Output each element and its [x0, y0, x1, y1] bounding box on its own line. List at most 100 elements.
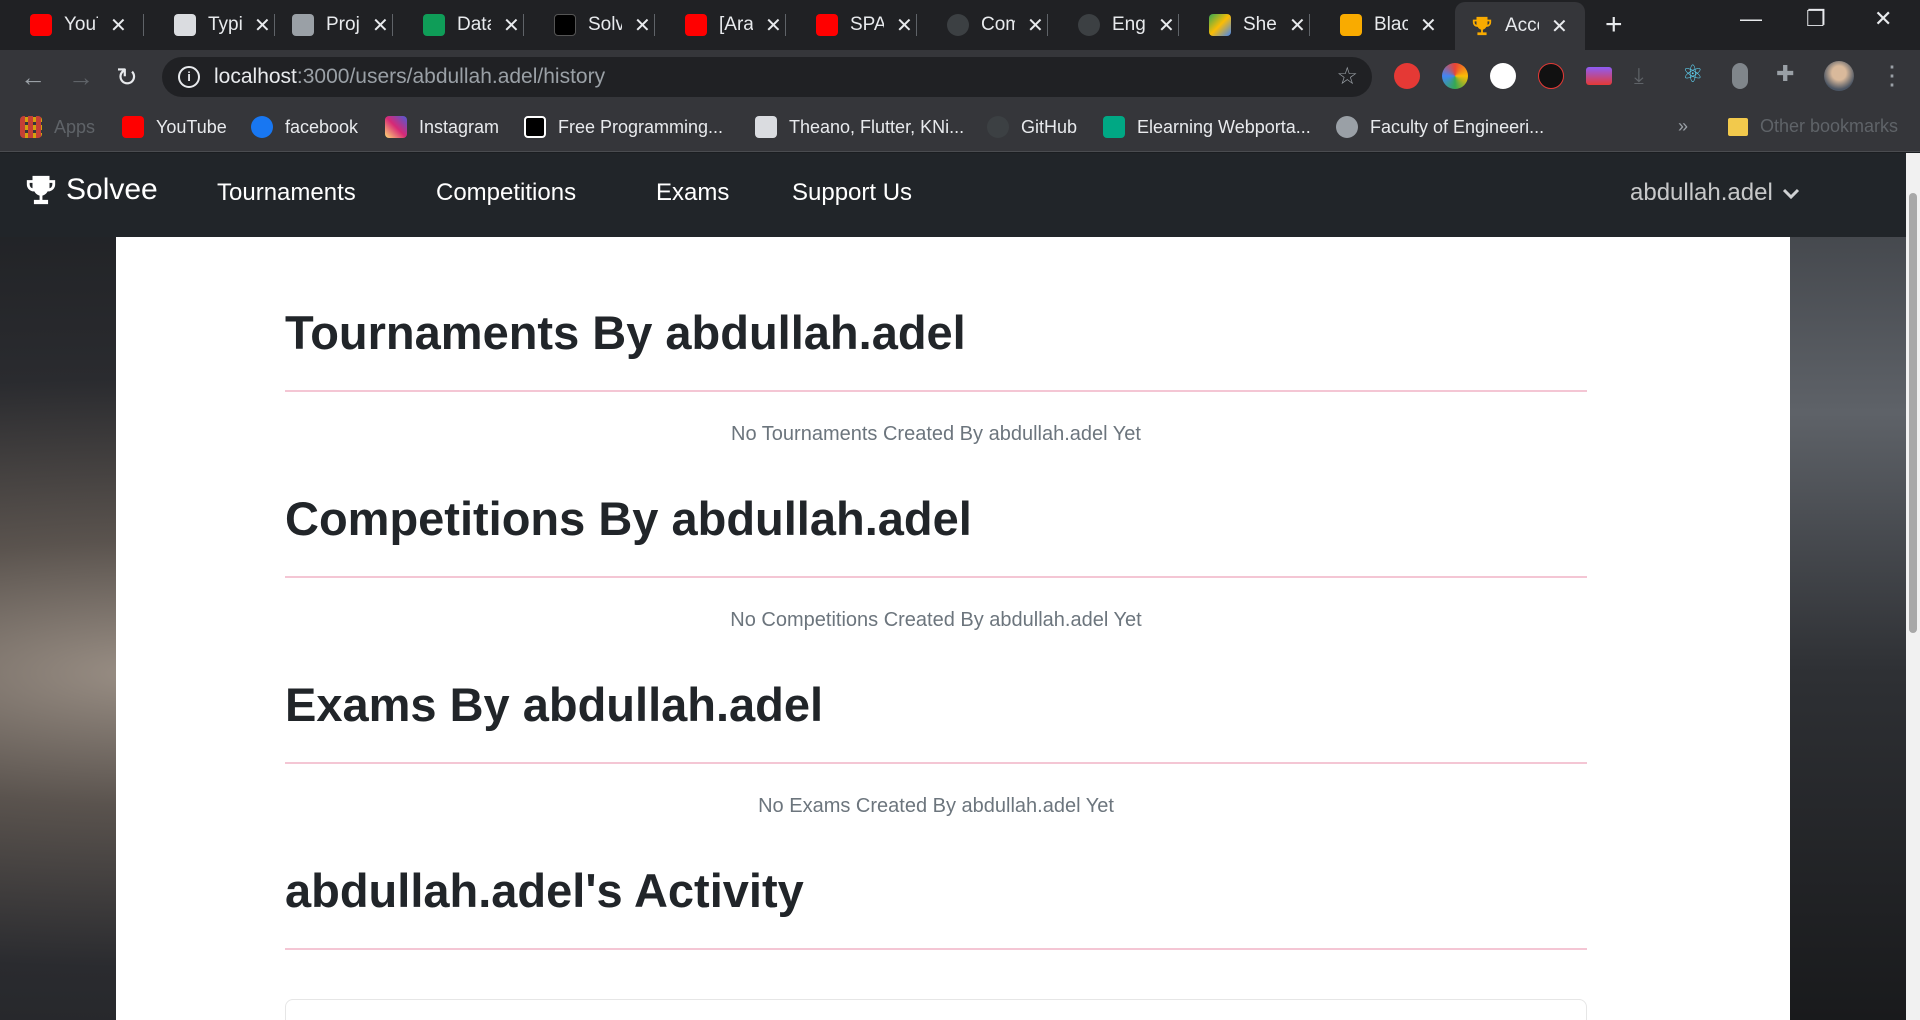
bookmark-faculty[interactable]: Faculty of Engineeri...	[1336, 116, 1544, 138]
bookmark-star-icon[interactable]: ☆	[1336, 62, 1358, 91]
empty-message: No Exams Created By abdullah.adel Yet	[758, 795, 1114, 817]
site-info-icon[interactable]: i	[178, 66, 200, 88]
background-photo	[1790, 153, 1906, 1020]
browser-toolbar: ← → ↻ i localhost:3000/users/abdullah.ad…	[0, 50, 1920, 104]
url-text[interactable]: localhost:3000/users/abdullah.adel/histo…	[214, 65, 605, 89]
browser-tab[interactable]: Com ✕	[917, 0, 1048, 50]
history-card: Tournaments By abdullah.adel No Tourname…	[116, 237, 1790, 1020]
nav-exams[interactable]: Exams	[656, 179, 729, 207]
bookmark-github[interactable]: GitHub	[987, 116, 1077, 138]
bookmark-instagram[interactable]: Instagram	[385, 116, 499, 138]
youtube-icon	[685, 14, 707, 36]
browser-tab[interactable]: [Ara ✕	[655, 0, 786, 50]
extension-icon[interactable]	[1490, 63, 1516, 89]
close-tab-icon[interactable]: ✕	[372, 13, 389, 38]
browser-tab-bar: YouT ✕ Typi ✕ Proj ✕ Data ✕ Solv ✕ [Ara …	[0, 0, 1920, 50]
browser-tab[interactable]: Data ✕	[393, 0, 524, 50]
download-icon[interactable]: ⤓	[1634, 63, 1660, 89]
close-tab-icon[interactable]: ✕	[1289, 13, 1306, 38]
competitions-section: Competitions By abdullah.adel No Competi…	[285, 491, 1587, 631]
freecodecamp-icon	[524, 116, 546, 138]
tab-title: Com	[981, 14, 1015, 35]
elearning-icon	[1103, 116, 1125, 138]
address-bar[interactable]: i localhost:3000/users/abdullah.adel/his…	[162, 57, 1372, 97]
close-tab-icon[interactable]: ✕	[1027, 13, 1044, 38]
user-menu-dropdown[interactable]: abdullah.adel	[1630, 179, 1801, 207]
tab-title: Data	[457, 14, 491, 35]
close-window-button[interactable]: ✕	[1874, 6, 1892, 32]
browser-tab[interactable]: Shee ✕	[1179, 0, 1310, 50]
nav-tournaments[interactable]: Tournaments	[217, 179, 356, 207]
back-icon[interactable]: ←	[20, 62, 46, 93]
app-navbar: Solvee Tournaments Competitions Exams Su…	[0, 153, 1906, 237]
section-divider	[285, 762, 1587, 764]
bookmark-label: facebook	[285, 116, 359, 137]
scrollbar-thumb[interactable]	[1909, 193, 1917, 633]
bookmark-apps[interactable]: Apps	[20, 116, 95, 138]
extension-icon[interactable]	[1732, 63, 1748, 89]
folder-icon	[1728, 117, 1748, 136]
browser-tab[interactable]: YouT ✕	[0, 0, 144, 50]
adblock-extension-icon[interactable]	[1394, 63, 1420, 89]
bookmark-facebook[interactable]: facebook	[251, 116, 358, 138]
tab-title: SPA	[850, 14, 884, 35]
browser-tab[interactable]: Solv ✕	[524, 0, 655, 50]
close-tab-icon[interactable]: ✕	[765, 13, 782, 38]
forward-icon[interactable]: →	[68, 62, 94, 93]
restore-button[interactable]: ❐	[1806, 6, 1826, 32]
youtube-icon	[816, 14, 838, 36]
tab-title: Blac	[1374, 14, 1408, 35]
reload-icon[interactable]: ↻	[116, 62, 138, 93]
tab-title: YouT	[64, 14, 98, 35]
page-scrollbar[interactable]	[1906, 153, 1920, 1020]
globe-icon	[1336, 116, 1358, 138]
bookmark-theano[interactable]: Theano, Flutter, KNi...	[755, 116, 964, 138]
tab-title: Typi	[208, 14, 242, 35]
browser-tab[interactable]: Blac ✕	[1310, 0, 1441, 50]
tab-title: Shee	[1243, 14, 1277, 35]
browser-tab[interactable]: Engi ✕	[1048, 0, 1179, 50]
minimize-button[interactable]: —	[1740, 6, 1762, 32]
github-icon	[1078, 14, 1100, 36]
close-tab-icon[interactable]: ✕	[110, 13, 127, 38]
brand-link[interactable]: Solvee	[24, 173, 158, 207]
section-divider	[285, 390, 1587, 392]
react-devtools-icon[interactable]: ⚛	[1682, 60, 1708, 88]
close-tab-icon[interactable]: ✕	[1551, 14, 1568, 39]
profile-avatar[interactable]	[1824, 61, 1854, 91]
sheets-icon	[423, 14, 445, 36]
github-icon	[947, 14, 969, 36]
nav-competitions[interactable]: Competitions	[436, 179, 576, 207]
close-tab-icon[interactable]: ✕	[503, 13, 520, 38]
section-title: Exams By abdullah.adel	[285, 678, 824, 731]
activity-list	[285, 999, 1587, 1020]
new-tab-button[interactable]: +	[1605, 8, 1623, 42]
section-title: Tournaments By abdullah.adel	[285, 306, 966, 359]
bookmark-label: Elearning Webporta...	[1137, 116, 1311, 137]
close-tab-icon[interactable]: ✕	[634, 13, 651, 38]
other-bookmarks-label: Other bookmarks	[1760, 116, 1899, 136]
other-bookmarks[interactable]: Other bookmarks	[1728, 116, 1898, 137]
browser-tab-active[interactable]: Acco ✕	[1455, 2, 1585, 50]
browser-tab[interactable]: Proj ✕	[262, 0, 393, 50]
bookmark-elearning[interactable]: Elearning Webporta...	[1103, 116, 1311, 138]
bookmark-youtube[interactable]: YouTube	[122, 116, 227, 138]
tab-title: Proj	[326, 14, 360, 35]
more-bookmarks-chevron-icon[interactable]: »	[1678, 116, 1688, 137]
close-tab-icon[interactable]: ✕	[1420, 13, 1437, 38]
url-host: localhost	[214, 65, 297, 88]
nav-support-us[interactable]: Support Us	[792, 179, 912, 207]
url-path: :3000/users/abdullah.adel/history	[296, 65, 606, 88]
browser-tab[interactable]: SPA ✕	[786, 0, 917, 50]
extension-icon[interactable]	[1586, 67, 1612, 85]
browser-tab[interactable]: Typi ✕	[144, 0, 275, 50]
close-tab-icon[interactable]: ✕	[1158, 13, 1175, 38]
color-picker-extension-icon[interactable]	[1442, 63, 1468, 89]
browser-menu-icon[interactable]: ⋮	[1879, 60, 1905, 91]
project-icon	[292, 14, 314, 36]
bookmark-free-programming[interactable]: Free Programming...	[524, 116, 723, 138]
extension-icon[interactable]	[1538, 63, 1564, 89]
close-tab-icon[interactable]: ✕	[896, 13, 913, 38]
puzzle-extensions-icon[interactable]: ✚	[1776, 61, 1802, 87]
tab-title: Engi	[1112, 14, 1146, 35]
